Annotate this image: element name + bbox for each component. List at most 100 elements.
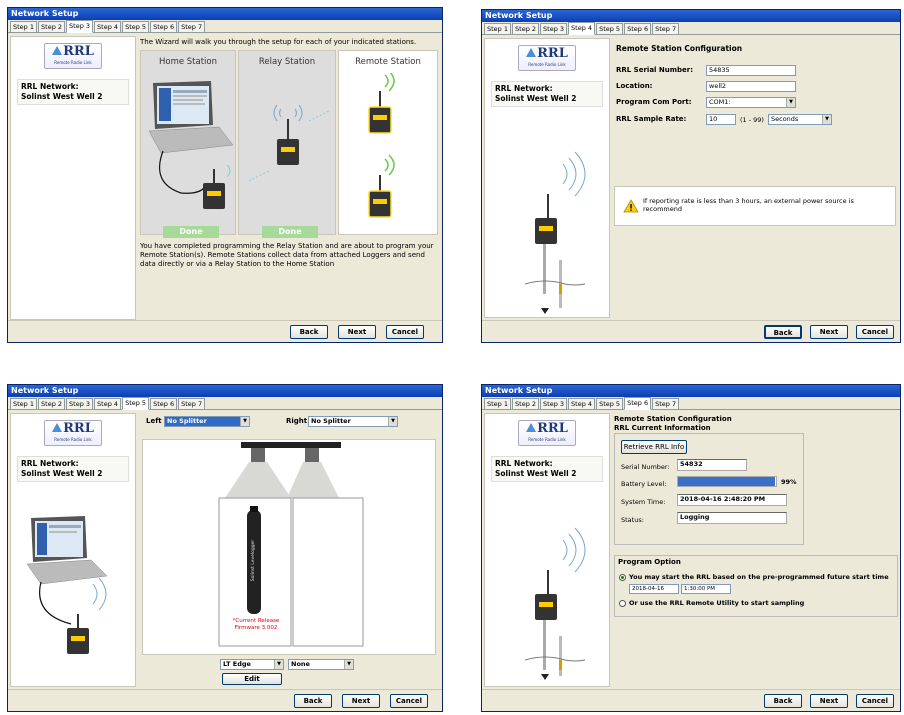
option1-label[interactable]: You may start the RRL based on the pre-p… [629, 573, 889, 581]
next-button[interactable]: Next [338, 325, 376, 339]
cancel-button[interactable]: Cancel [856, 325, 894, 339]
tab-step1[interactable]: Step 1 [484, 23, 512, 34]
tab-step6[interactable]: Step 6 [624, 23, 652, 34]
tab-step7[interactable]: Step 7 [178, 398, 206, 409]
start-time-field[interactable]: 1:30:00 PM [681, 584, 731, 594]
network-info: RRL Network: Solinst West Well 2 [491, 456, 603, 482]
main-area: Remote Station Configuration RRL Serial … [612, 38, 898, 318]
left-label: Left [146, 417, 162, 425]
chevron-down-icon: ▼ [274, 660, 283, 669]
tab-step1[interactable]: Step 1 [484, 398, 512, 409]
back-button[interactable]: Back [290, 325, 328, 339]
network-name: Solinst West Well 2 [21, 92, 103, 101]
back-button[interactable]: Back [294, 694, 332, 708]
tab-step1[interactable]: Step 1 [10, 21, 38, 32]
rrl-logo: RRL Remote Radio Link [485, 39, 609, 71]
tab-step3[interactable]: Step 3 [540, 398, 568, 409]
logger-label: Solinst Levelogger [251, 539, 257, 582]
main-area: Remote Station Configuration RRL Current… [612, 413, 898, 687]
next-button[interactable]: Next [810, 325, 848, 339]
start-date-field[interactable]: 2018-04-16 [629, 584, 679, 594]
option2-label[interactable]: Or use the RRL Remote Utility to start s… [629, 599, 804, 607]
button-bar: Back Next Cancel [482, 689, 900, 711]
serial-label: RRL Serial Number: [616, 66, 694, 74]
tab-step7[interactable]: Step 7 [178, 21, 206, 32]
edit-button[interactable]: Edit [222, 673, 282, 685]
network-label: RRL Network: [495, 459, 553, 468]
status-value: Logging [677, 512, 787, 524]
cancel-button[interactable]: Cancel [390, 694, 428, 708]
tab-step2[interactable]: Step 2 [512, 398, 540, 409]
sidebar: RRL Remote Radio Link RRL Network: Solins… [10, 413, 136, 687]
battery-bar [677, 476, 777, 487]
config-heading: Remote Station Configuration [614, 415, 732, 423]
tab-step7[interactable]: Step 7 [652, 23, 680, 34]
tab-step7[interactable]: Step 7 [652, 398, 680, 409]
rrl-logo: RRL Remote Radio Link [11, 37, 135, 69]
tab-step6[interactable]: Step 6 [624, 397, 652, 410]
tab-step5[interactable]: Step 5 [596, 23, 624, 34]
location-field[interactable]: well2 [706, 81, 796, 92]
port-select[interactable]: COM1: ▼ [706, 97, 796, 108]
rate-field[interactable]: 10 [706, 114, 736, 125]
tab-step6[interactable]: Step 6 [150, 21, 178, 32]
serial-label: Serial Number: [621, 463, 670, 471]
relay-device-icon [248, 104, 330, 182]
right-label: Right [286, 417, 308, 425]
tab-step3[interactable]: Step 3 [66, 398, 94, 409]
next-button[interactable]: Next [810, 694, 848, 708]
program-option-panel: Program Option You may start the RRL bas… [614, 555, 898, 617]
tab-step5[interactable]: Step 5 [122, 21, 150, 32]
remote-station-title: Remote Station [355, 57, 421, 67]
sidebar: RRL Remote Radio Link RRL Network: Solins… [10, 36, 136, 320]
tab-step3[interactable]: Step 3 [66, 20, 94, 33]
tab-step4[interactable]: Step 4 [568, 22, 596, 35]
description-text: You have completed programming the Relay… [140, 242, 434, 268]
tab-step1[interactable]: Step 1 [10, 398, 38, 409]
chevron-down-icon: ▼ [388, 417, 397, 426]
logger-right-select[interactable]: None ▼ [288, 659, 354, 670]
tab-strip: Step 1 Step 2 Step 3 Step 4 Step 5 Step … [8, 397, 442, 410]
cancel-button[interactable]: Cancel [386, 325, 424, 339]
status-label: Status: [621, 516, 644, 524]
retrieve-info-button[interactable]: Retrieve RRL Info [621, 440, 687, 454]
window-step5: Network Setup Step 1 Step 2 Step 3 Step … [7, 384, 443, 712]
tab-step6[interactable]: Step 6 [150, 398, 178, 409]
chevron-down-icon: ▼ [786, 98, 795, 107]
network-name: Solinst West Well 2 [21, 469, 103, 478]
warning-text: If reporting rate is less than 3 hours, … [643, 197, 854, 213]
next-button[interactable]: Next [342, 694, 380, 708]
window-title: Network Setup [482, 385, 900, 397]
home-station-title: Home Station [158, 57, 218, 67]
back-button[interactable]: Back [764, 694, 802, 708]
network-name: Solinst West Well 2 [495, 94, 577, 103]
remote-devices-icon [368, 73, 395, 218]
tab-step4[interactable]: Step 4 [94, 398, 122, 409]
rrl-logo: RRL Remote Radio Link [11, 414, 135, 446]
logger-left-select[interactable]: LT Edge ▼ [220, 659, 284, 670]
well-station-icon [524, 527, 586, 680]
option2-radio[interactable] [619, 600, 626, 607]
tab-step3[interactable]: Step 3 [540, 23, 568, 34]
tab-step5[interactable]: Step 5 [122, 397, 150, 410]
time-label: System Time: [621, 498, 666, 506]
rate-unit-select[interactable]: Seconds ▼ [768, 114, 832, 125]
network-info: RRL Network: Solinst West Well 2 [491, 81, 603, 107]
back-button[interactable]: Back [764, 325, 802, 339]
warning-icon [623, 199, 639, 213]
tab-step4[interactable]: Step 4 [568, 398, 596, 409]
option1-radio[interactable] [619, 574, 626, 581]
chevron-down-icon: ▼ [344, 660, 353, 669]
warning-panel: If reporting rate is less than 3 hours, … [614, 186, 896, 226]
tab-step5[interactable]: Step 5 [596, 398, 624, 409]
tab-step2[interactable]: Step 2 [512, 23, 540, 34]
cancel-button[interactable]: Cancel [856, 694, 894, 708]
serial-field[interactable]: 54835 [706, 65, 796, 76]
tab-step4[interactable]: Step 4 [94, 21, 122, 32]
button-bar: Back Next Cancel [8, 320, 442, 342]
laptop-icon [26, 516, 108, 654]
tab-step2[interactable]: Step 2 [38, 398, 66, 409]
left-splitter-select[interactable]: No Splitter ▼ [164, 416, 250, 427]
tab-step2[interactable]: Step 2 [38, 21, 66, 32]
right-splitter-select[interactable]: No Splitter ▼ [308, 416, 398, 427]
